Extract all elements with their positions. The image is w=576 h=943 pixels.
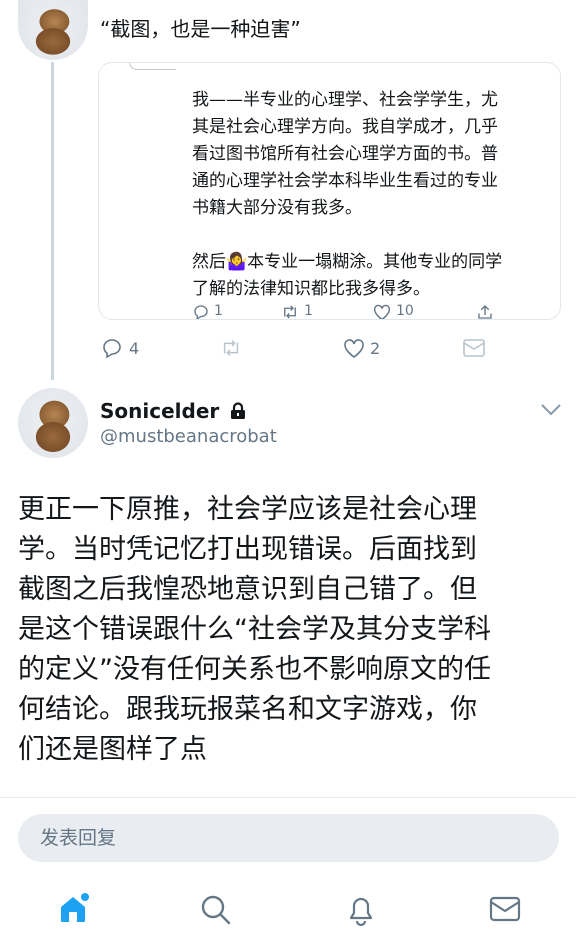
like-count: 2: [370, 339, 381, 358]
quoted-line: 看过图书馆所有社会心理学方面的书。普: [192, 144, 498, 164]
quoted-media-fragment: [129, 63, 176, 70]
quoted-line: 了解的法律知识都比我多得多。: [192, 279, 430, 299]
tweet-body: 更正一下原推，社会学应该是社会心理 学。当时凭记忆打出现错误。后面找到 截图之后…: [18, 490, 563, 770]
quoted-line: 通的心理学社会学本科毕业生看过的专业: [192, 171, 498, 191]
dm-share-icon[interactable]: [462, 337, 486, 359]
tweet-line: 学。当时凭记忆打出现错误。后面找到: [18, 534, 477, 565]
quoted-line: 然后🤷‍♀️本专业一塌糊涂。其他专业的同学: [192, 252, 503, 272]
handle: @mustbeanacrobat: [100, 426, 277, 447]
heart-icon[interactable]: [372, 303, 392, 319]
tweet-line: 是这个错误跟什么“社会学及其分支学科: [18, 614, 491, 645]
quoted-line: 书籍大部分没有我多。: [192, 198, 362, 218]
reply-input[interactable]: 发表回复: [18, 814, 559, 862]
reply-count: 4: [129, 339, 140, 358]
tweet-line: 们还是图样了点: [18, 734, 207, 765]
display-name-row[interactable]: Sonicelder: [100, 397, 246, 425]
divider: [0, 797, 576, 798]
retweet-icon[interactable]: [280, 303, 300, 319]
search-icon[interactable]: [200, 894, 232, 926]
home-icon[interactable]: [56, 892, 90, 926]
tweet-line: 更正一下原推，社会学应该是社会心理: [18, 494, 477, 525]
avatar-top[interactable]: [18, 0, 88, 60]
like-count: 10: [396, 303, 414, 319]
quoted-tweet-card[interactable]: 我——半专业的心理学、社会学学生，尤 其是社会心理学方向。我自学成才，几乎 看过…: [98, 62, 561, 320]
reply-placeholder: 发表回复: [40, 827, 117, 849]
lock-icon: [230, 402, 246, 420]
heart-icon[interactable]: [342, 336, 366, 360]
quoted-line: 我——半专业的心理学、社会学学生，尤: [192, 90, 498, 110]
messages-icon[interactable]: [489, 895, 521, 923]
reply-icon[interactable]: [192, 303, 210, 319]
bottom-nav: [0, 878, 576, 943]
notifications-icon[interactable]: [345, 893, 377, 927]
retweet-icon[interactable]: [218, 337, 244, 359]
retweet-count: 1: [304, 303, 313, 319]
thread-line: [51, 62, 54, 380]
chevron-down-icon[interactable]: [540, 403, 562, 417]
display-name: Sonicelder: [100, 399, 220, 423]
reply-icon[interactable]: [100, 336, 124, 360]
tweet-actions: 4 2: [100, 336, 500, 362]
tweet-line: 截图之后我惶恐地意识到自己错了。但: [18, 574, 477, 605]
tweet-line: 的定义”没有任何关系也不影响原文的任: [18, 654, 491, 685]
tweet-line: 何结论。跟我玩报菜名和文字游戏，你: [18, 694, 477, 725]
share-icon[interactable]: [476, 303, 494, 319]
avatar-main[interactable]: [18, 388, 88, 458]
quoted-line: [192, 222, 552, 249]
reply-count: 1: [214, 303, 223, 319]
tweet-text: “截图，也是一种迫害”: [100, 17, 301, 41]
quoted-line: 其是社会心理学方向。我自学成才，几乎: [192, 117, 498, 137]
